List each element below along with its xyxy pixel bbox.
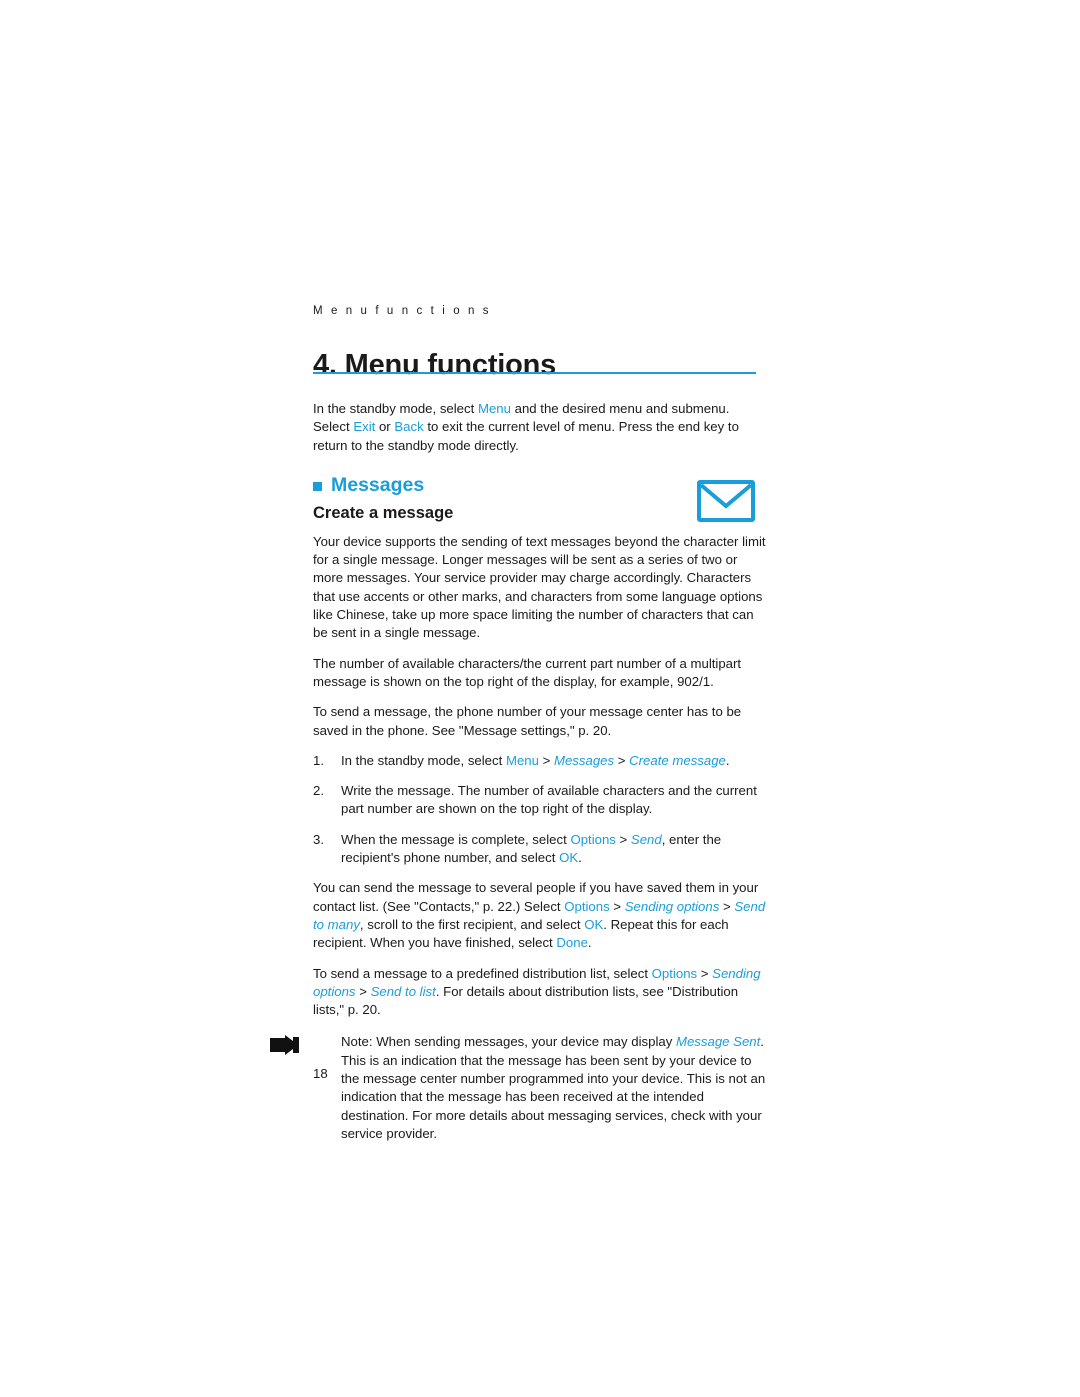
step-0-seg-0: In the standby mode, select	[341, 752, 506, 768]
step-0-seg-5: Create message	[629, 752, 726, 768]
step-2-seg-1: Options	[570, 831, 616, 847]
paragraph-1: Your device supports the sending of text…	[313, 533, 766, 641]
sub-paragraphs: You can send the message to several peop…	[313, 879, 768, 1019]
step-item: 2. Write the message. The number of avail…	[313, 782, 768, 819]
body-column: In the standby mode, select Menu and the…	[270, 400, 768, 1143]
subpara-0-seg-9: Done	[556, 935, 588, 951]
square-bullet-icon	[313, 481, 322, 491]
step-2-seg-0: When the message is complete, select	[341, 831, 571, 847]
paragraph-2: The number of available characters/the c…	[313, 655, 742, 689]
step-2-seg-5: OK	[559, 850, 579, 866]
step-0-seg-2: >	[538, 752, 554, 768]
subpara-0-seg-4: >	[719, 898, 735, 914]
subpara-0-seg-3: Sending options	[624, 898, 720, 914]
page-number: 18	[313, 1066, 328, 1081]
step-2-seg-3: Send	[630, 831, 662, 847]
back-keyword: Back	[394, 419, 424, 435]
intro-text-1: In the standby mode, select	[313, 401, 478, 416]
running-head: M e n u f u n c t i o n s	[313, 305, 492, 317]
step-0-seg-4: >	[614, 752, 630, 768]
note-seg-3: . This is an indication that the message…	[341, 1034, 766, 1141]
step-0-seg-6: .	[725, 752, 730, 768]
step-0-seg-3: Messages	[553, 752, 615, 768]
step-2-seg-6: .	[578, 850, 582, 866]
note-block: Note: When sending messages, your device…	[270, 1033, 768, 1143]
step-2-seg-2: >	[615, 831, 631, 847]
intro-text-3: or	[375, 419, 395, 435]
note-seg-2: Message Sent	[675, 1034, 761, 1050]
note-seg-0: Note:	[341, 1034, 377, 1050]
subsection-heading-create-message: Create a message	[313, 503, 454, 522]
note-seg-1: When sending messages, your device may d…	[376, 1034, 676, 1050]
subpara-1-seg-0: To send a message to a predefined distri…	[313, 965, 652, 981]
title-divider	[313, 372, 756, 374]
subpara-1-seg-2: >	[697, 965, 713, 981]
steps-container: 1. In the standby mode, select Menu > Mes…	[270, 752, 768, 1143]
subpara-0-seg-7: OK	[584, 916, 604, 932]
sub-paragraph: To send a message to a predefined distri…	[313, 965, 768, 1020]
menu-keyword: Menu	[477, 401, 511, 416]
numbered-steps: 1. In the standby mode, select Menu > Mes…	[313, 752, 768, 867]
subpara-0-seg-10: .	[587, 935, 592, 951]
subpara-1-seg-1: Options	[651, 965, 698, 981]
subpara-0-seg-6: , scroll to the first recipient, and sel…	[359, 916, 585, 932]
sub-paragraph: You can send the message to several peop…	[313, 879, 768, 952]
step-number: 3.	[313, 831, 324, 847]
step-item: 3. When the message is complete, select O…	[313, 831, 768, 868]
section-heading-label: Messages	[331, 473, 425, 496]
step-item: 1. In the standby mode, select Menu > Mes…	[313, 752, 768, 770]
document-page: M e n u f u n c t i o n s 4. Menu functi…	[0, 0, 1080, 1397]
step-number: 1.	[313, 752, 324, 768]
subpara-1-seg-5: Send to list	[370, 983, 436, 999]
step-number: 2.	[313, 783, 324, 799]
exit-keyword: Exit	[353, 419, 376, 435]
page-title: 4. Menu functions	[313, 349, 557, 382]
paragraph-3: To send a message, the phone number of y…	[313, 704, 742, 738]
pointing-hand-icon	[270, 1035, 299, 1056]
intro-paragraph: In the standby mode, select Menu and the…	[313, 400, 768, 455]
section-heading-messages: Messages	[313, 473, 768, 497]
subpara-0-seg-1: Options	[564, 898, 610, 914]
subpara-1-seg-4: >	[355, 983, 371, 999]
step-0-seg-1: Menu	[505, 752, 539, 768]
subpara-0-seg-2: >	[609, 898, 625, 914]
step-1-seg-0: Write the message. The number of availab…	[341, 783, 757, 817]
